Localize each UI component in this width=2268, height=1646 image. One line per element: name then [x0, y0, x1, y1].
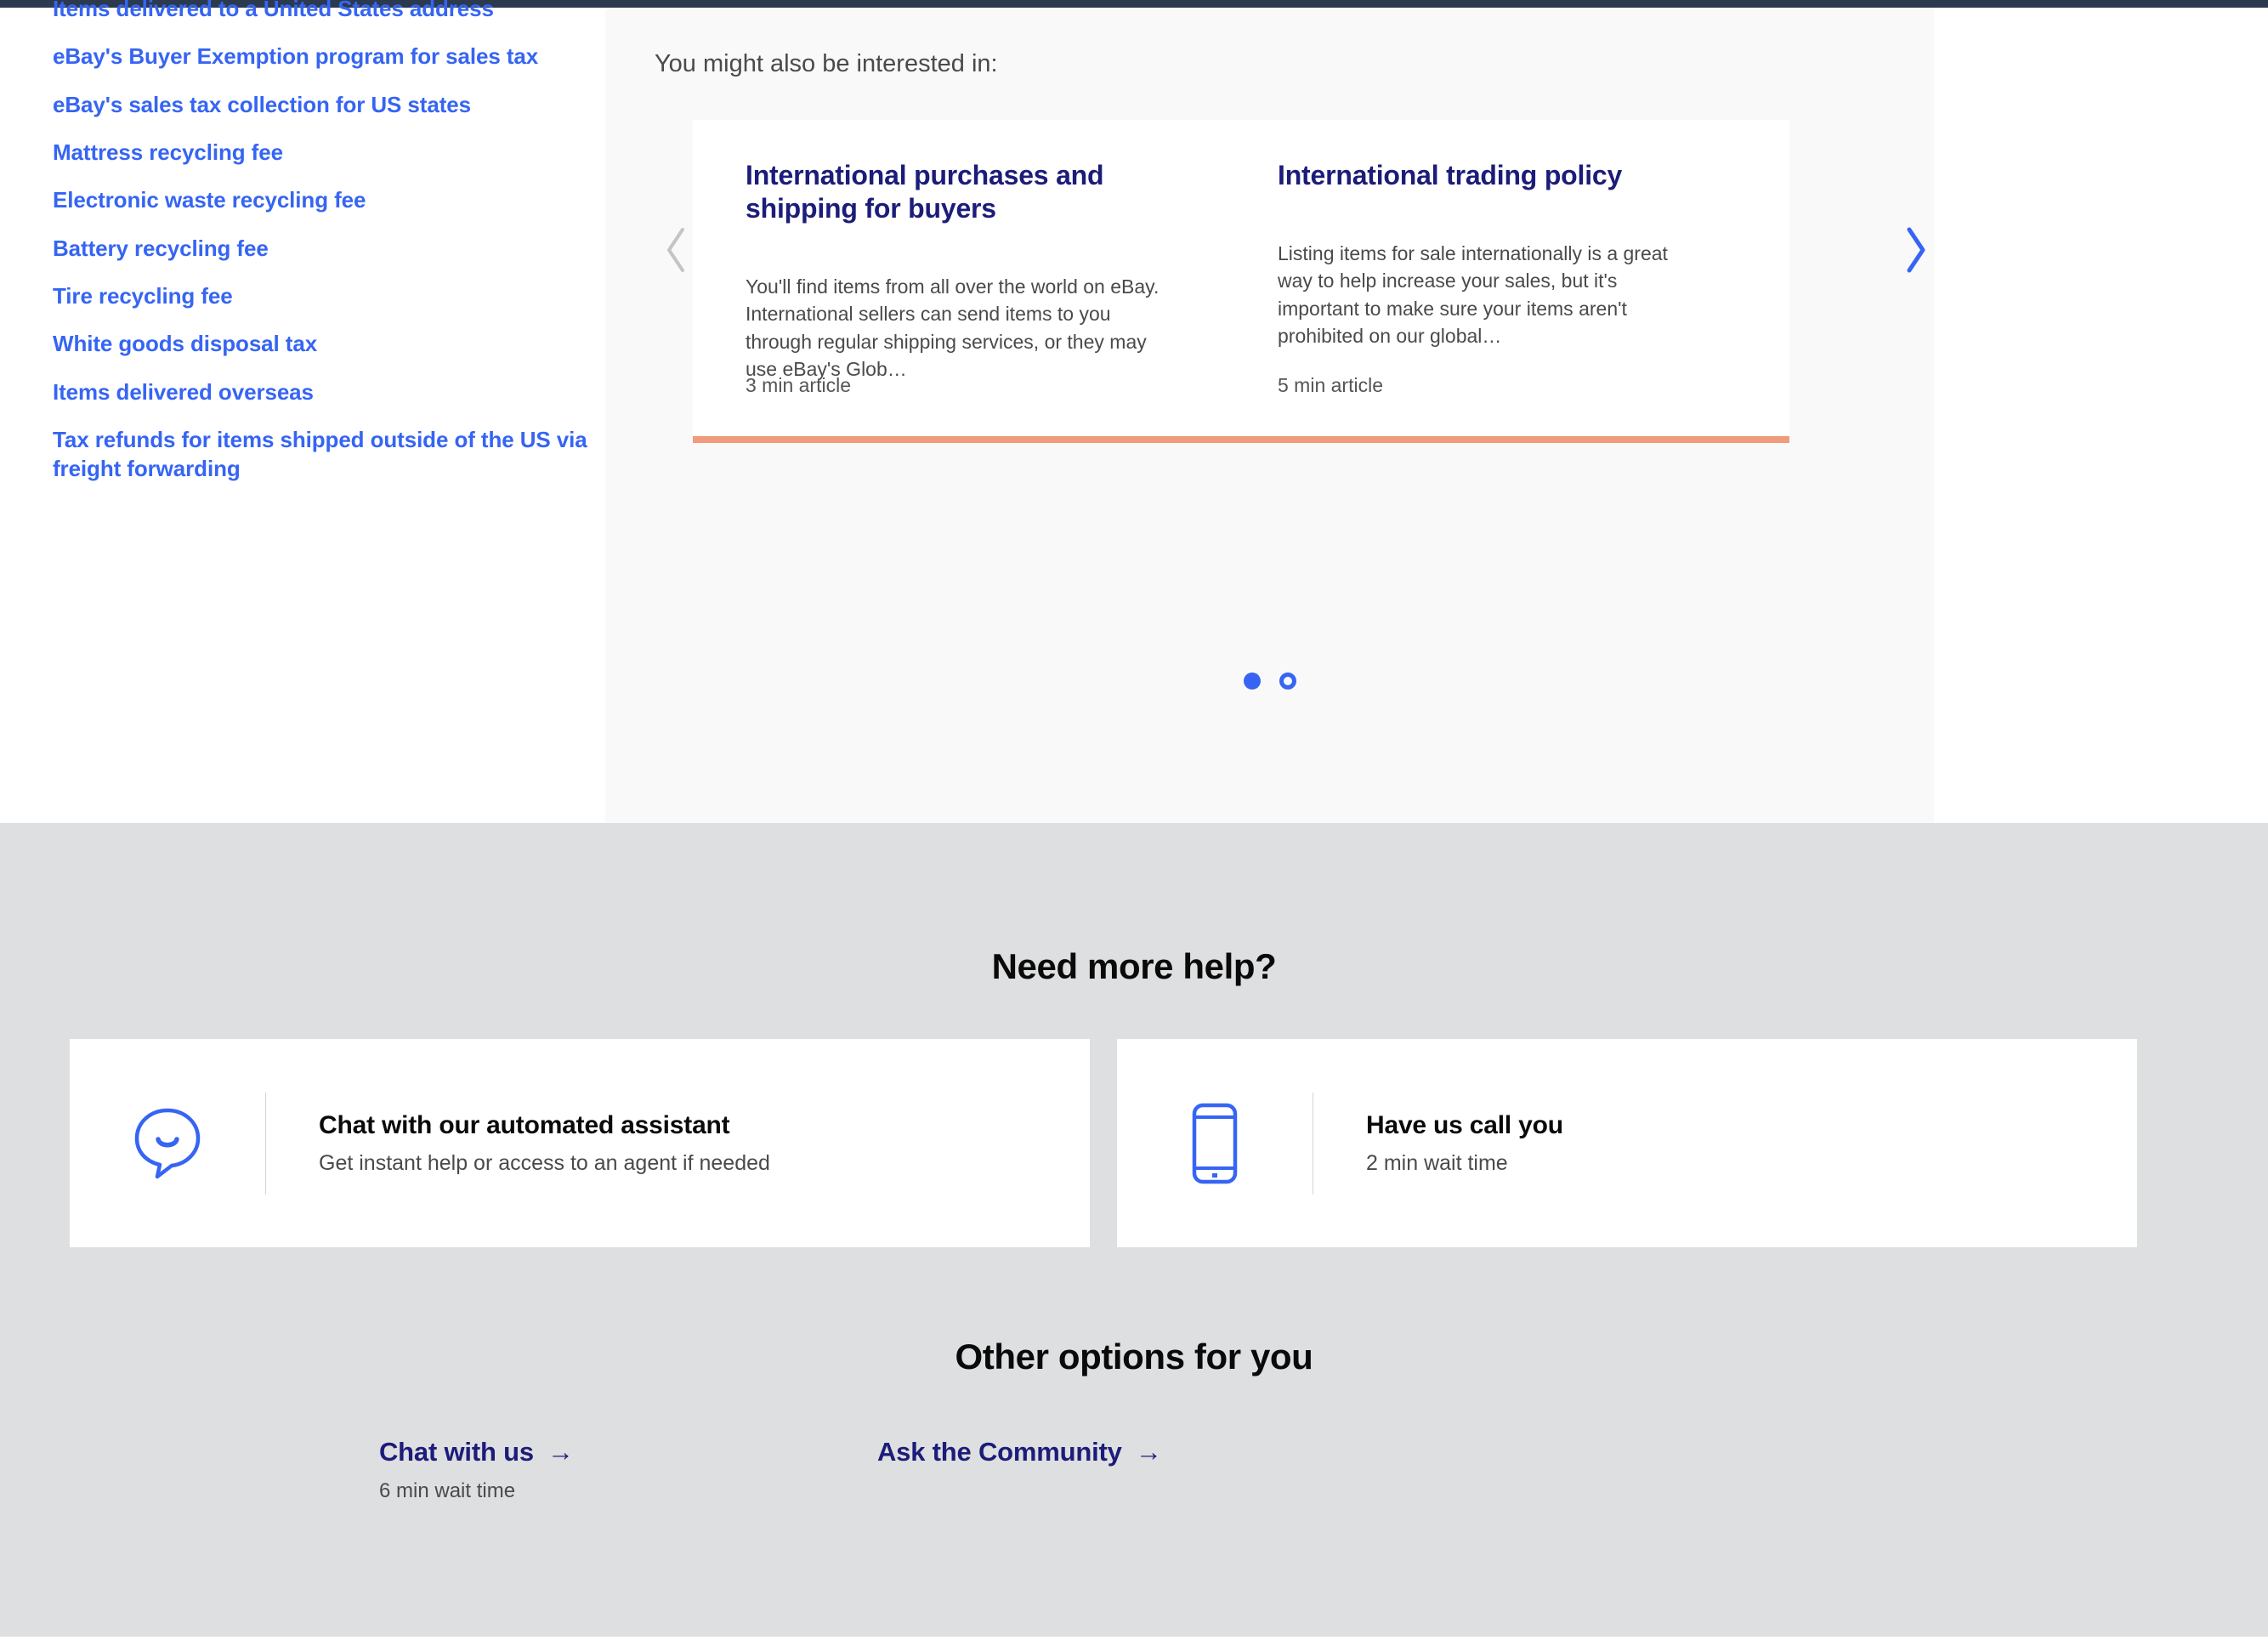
other-option-chat: Chat with us → 6 min wait time: [379, 1437, 574, 1503]
call-you-heading: Have us call you: [1366, 1111, 1563, 1139]
arrow-right-icon: →: [1135, 1437, 1162, 1467]
help-page: Items delivered to a United States addre…: [0, 0, 2268, 1646]
article-card-title[interactable]: International trading policy: [1278, 159, 1737, 192]
article-card[interactable]: International trading policy Listing ite…: [1225, 120, 1789, 443]
sidebar-item-sales-tax-collection[interactable]: eBay's sales tax collection for US state…: [53, 90, 597, 119]
sidebar-item-mattress-fee[interactable]: Mattress recycling fee: [53, 138, 597, 167]
chevron-right-icon: [1902, 226, 1928, 274]
sidebar-item-tire-fee[interactable]: Tire recycling fee: [53, 281, 597, 310]
carousel-cards: International purchases and shipping for…: [693, 120, 1857, 443]
chat-with-us-link[interactable]: Chat with us →: [379, 1437, 574, 1467]
sidebar-item-tax-refunds-freight[interactable]: Tax refunds for items shipped outside of…: [53, 425, 597, 484]
page-right-gutter: [1934, 8, 2268, 823]
help-channel-cards: Chat with our automated assistant Get in…: [0, 1039, 2268, 1247]
chat-with-us-label: Chat with us: [379, 1437, 534, 1467]
chat-assistant-heading: Chat with our automated assistant: [319, 1111, 730, 1139]
sidebar-item-white-goods-tax[interactable]: White goods disposal tax: [53, 329, 597, 358]
mobile-phone-icon: [1117, 1101, 1313, 1186]
page-bottom-edge: [0, 1637, 2268, 1646]
other-options-list: Chat with us → 6 min wait time Ask the C…: [0, 1437, 2268, 1547]
article-card-body: You'll find items from all over the worl…: [746, 275, 1160, 381]
carousel-prev-button[interactable]: [656, 219, 695, 281]
ask-community-label: Ask the Community: [877, 1437, 1122, 1467]
call-you-card[interactable]: Have us call you 2 min wait time: [1117, 1039, 2137, 1247]
article-card[interactable]: International purchases and shipping for…: [693, 120, 1257, 443]
need-more-help-title: Need more help?: [991, 946, 1277, 986]
related-topics-sidebar: Items delivered to a United States addre…: [0, 0, 605, 823]
article-card-read-time: 3 min article: [746, 374, 851, 396]
related-articles-panel: You might also be interested in: Interna…: [605, 8, 1934, 823]
carousel-dot[interactable]: [1243, 673, 1261, 690]
article-card-body: Listing items for sale internationally i…: [1278, 242, 1668, 348]
article-card-title[interactable]: International purchases and shipping for…: [746, 159, 1205, 225]
article-carousel: International purchases and shipping for…: [605, 120, 1934, 443]
article-card-read-time: 5 min article: [1278, 374, 1383, 396]
chat-bubble-icon: [70, 1106, 265, 1181]
other-options-title: Other options for you: [955, 1337, 1313, 1376]
carousel-dot[interactable]: [1279, 673, 1296, 690]
carousel-pagination: [605, 673, 1934, 690]
sidebar-item-us-address[interactable]: Items delivered to a United States addre…: [53, 0, 597, 23]
other-option-community: Ask the Community →: [877, 1437, 1162, 1467]
chevron-left-icon: [663, 226, 689, 274]
chat-assistant-text: Chat with our automated assistant Get in…: [266, 1110, 770, 1176]
sidebar-item-ewaste-fee[interactable]: Electronic waste recycling fee: [53, 185, 597, 214]
sidebar-item-delivered-overseas[interactable]: Items delivered overseas: [53, 377, 597, 406]
chat-with-us-wait-time: 6 min wait time: [379, 1479, 516, 1502]
arrow-right-icon: →: [547, 1437, 574, 1467]
carousel-next-button[interactable]: [1896, 219, 1935, 281]
upper-region: Items delivered to a United States addre…: [0, 0, 2268, 823]
related-articles-heading: You might also be interested in:: [655, 50, 998, 77]
sidebar-item-buyer-exemption[interactable]: eBay's Buyer Exemption program for sales…: [53, 42, 597, 71]
call-you-subtitle: 2 min wait time: [1366, 1151, 1508, 1175]
call-you-text: Have us call you 2 min wait time: [1313, 1110, 1563, 1176]
ask-community-link[interactable]: Ask the Community →: [877, 1437, 1162, 1467]
sidebar-item-battery-fee[interactable]: Battery recycling fee: [53, 234, 597, 263]
chat-assistant-subtitle: Get instant help or access to an agent i…: [319, 1151, 770, 1175]
chat-assistant-card[interactable]: Chat with our automated assistant Get in…: [70, 1039, 1090, 1247]
